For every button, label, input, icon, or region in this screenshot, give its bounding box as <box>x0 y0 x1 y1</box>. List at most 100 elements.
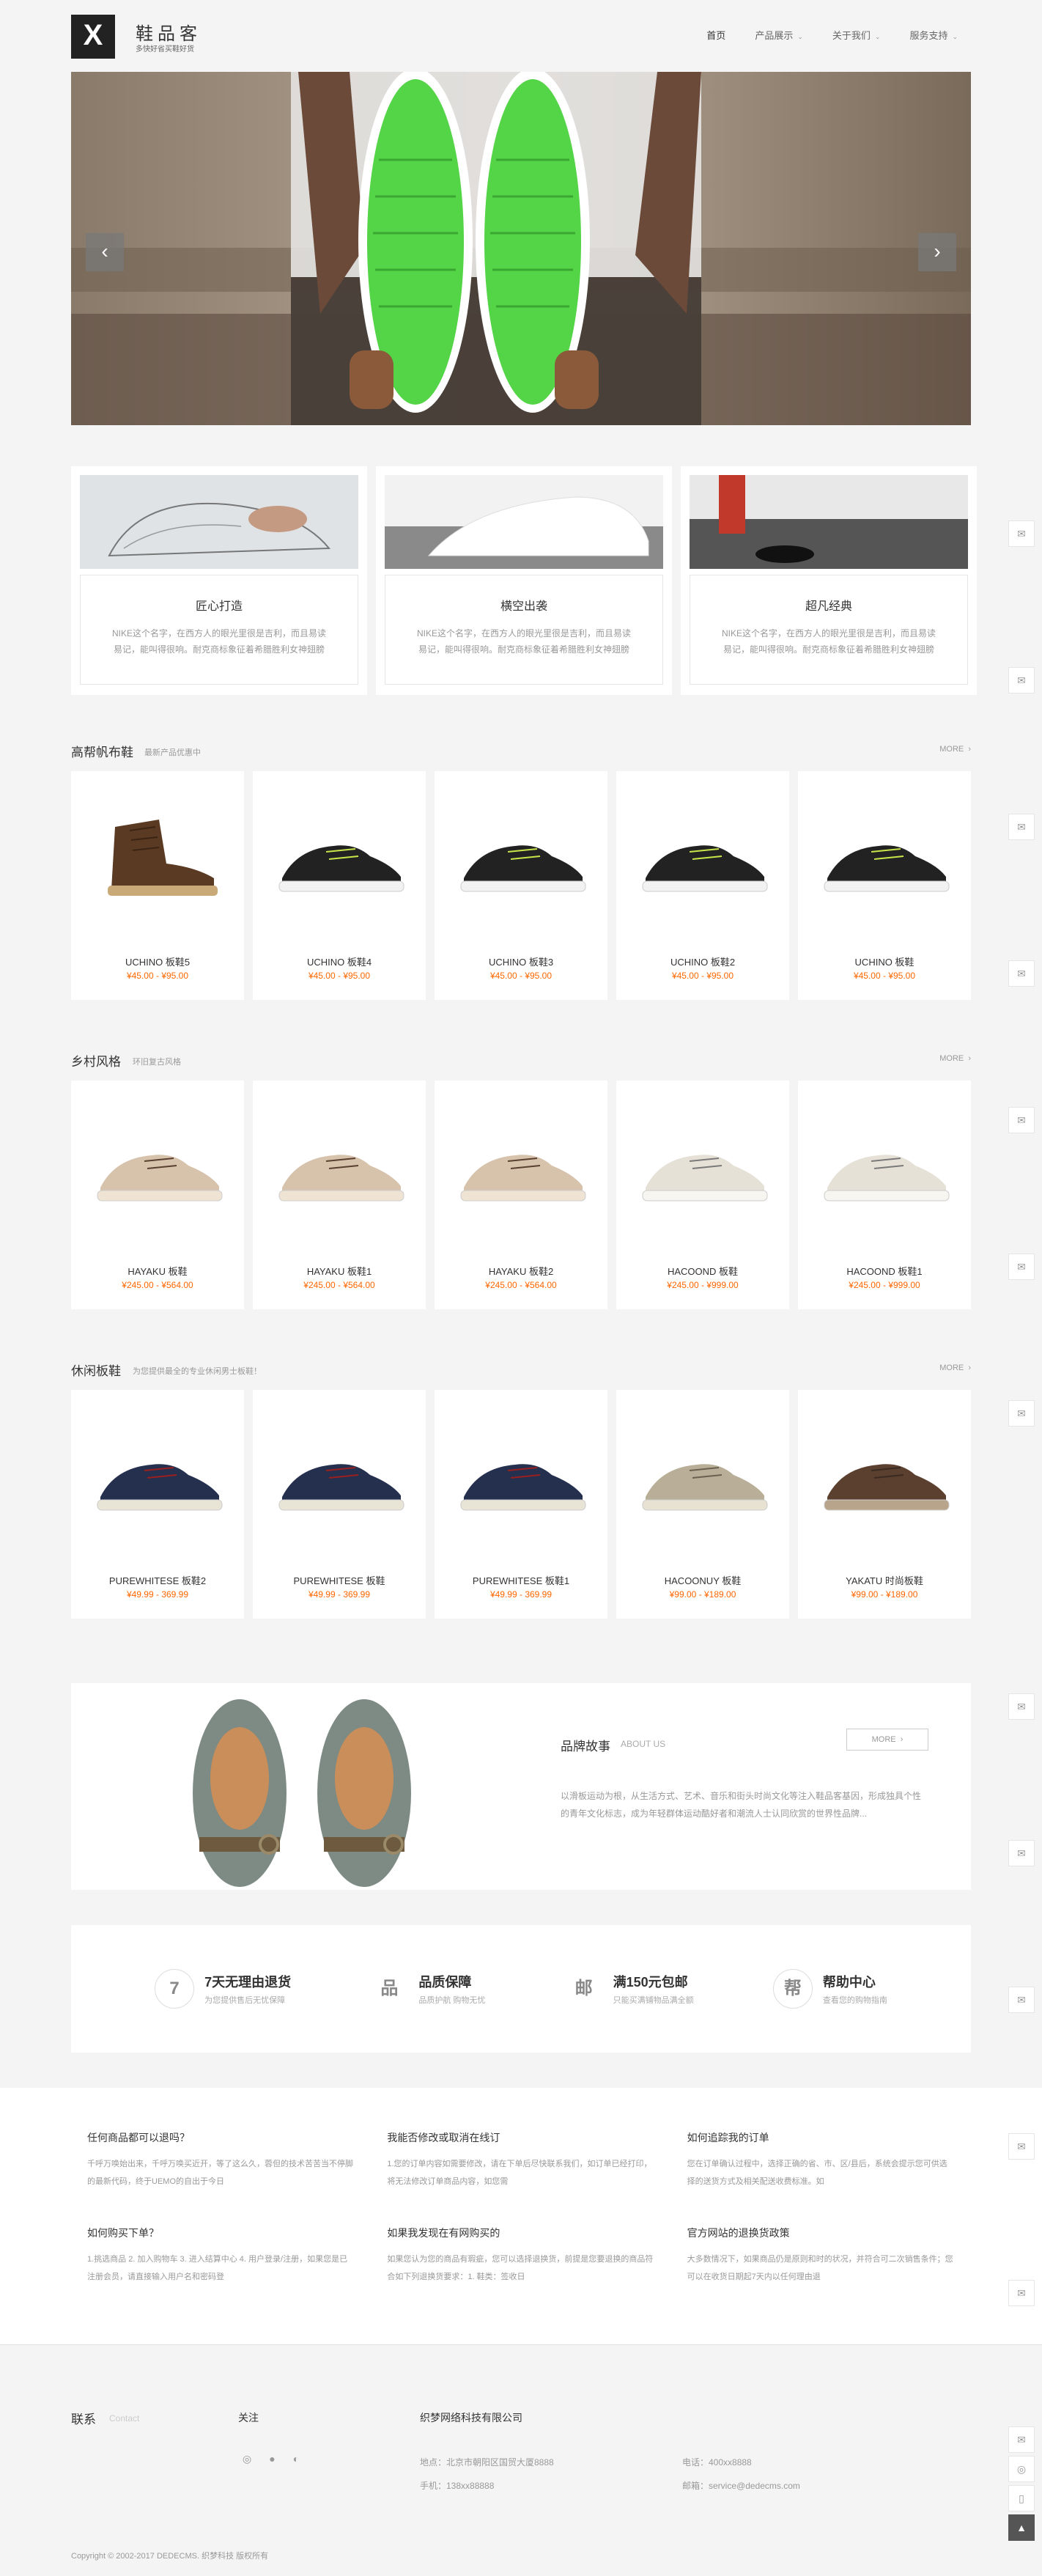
product-card[interactable]: HAYAKU 板鞋2 ¥245.00 - ¥564.00 <box>435 1081 607 1309</box>
product-price: ¥245.00 - ¥564.00 <box>122 1280 193 1290</box>
service-title: 满150元包邮 <box>613 1975 688 1990</box>
product-card[interactable]: UCHINO 板鞋 ¥45.00 - ¥95.00 <box>798 771 971 1000</box>
service-item[interactable]: 7 7天无理由退货 为您提供售后无忧保障 <box>155 1969 291 2009</box>
more-label: MORE <box>939 1364 964 1372</box>
back-to-top-icon[interactable]: ▲ <box>1008 2514 1035 2541</box>
chat-icon[interactable]: ✉ <box>1008 2280 1035 2306</box>
product-card[interactable]: HAYAKU 板鞋1 ¥245.00 - ¥564.00 <box>253 1081 426 1309</box>
feature-image <box>80 475 358 569</box>
product-card[interactable]: UCHINO 板鞋2 ¥45.00 - ¥95.00 <box>616 771 789 1000</box>
mobile-icon[interactable]: ▯ <box>1008 2485 1035 2511</box>
service-desc: 查看您的购物指南 <box>822 1996 887 2005</box>
brand-image <box>71 1683 511 1890</box>
chat-icon[interactable]: ✉ <box>1008 520 1035 547</box>
faq-question: 如果我发现在有网购买的 <box>387 2227 500 2239</box>
product-card[interactable]: HAYAKU 板鞋 ¥245.00 - ¥564.00 <box>71 1081 244 1309</box>
nav-item-support[interactable]: 服务支持 ⌄ <box>909 28 958 42</box>
product-image <box>631 1416 775 1534</box>
footer-follow-title: 关注 <box>238 2412 259 2424</box>
nav-item-home[interactable]: 首页 <box>706 28 725 42</box>
product-name: PUREWHITESE 板鞋 <box>293 1575 385 1586</box>
chat-icon[interactable]: ✉ <box>1008 2133 1035 2160</box>
weibo-icon[interactable]: ◎ <box>243 2453 251 2465</box>
section-title: 高帮帆布鞋 <box>71 746 133 759</box>
chat-icon[interactable]: ✉ <box>1008 960 1035 987</box>
feature-card[interactable]: 超凡经典 NIKE这个名字，在西方人的眼光里很是吉利，而且易读易记，能叫得很响。… <box>681 466 977 695</box>
banner-next-button[interactable]: › <box>918 233 956 271</box>
brand-title: 品牌故事 <box>561 1740 610 1753</box>
weibo-icon[interactable]: ◎ <box>1008 2456 1035 2482</box>
logo[interactable]: X <box>71 15 115 59</box>
product-image <box>267 1416 411 1534</box>
product-image <box>449 1416 593 1534</box>
service-item[interactable]: 品 品质保障 品质护航 购物无忧 <box>370 1970 485 2008</box>
faq-item[interactable]: 如果我发现在有网购买的如果您认为您的商品有瑕疵，您可以选择退换货，前提是您要退换… <box>387 2226 654 2286</box>
product-card[interactable]: UCHINO 板鞋5 ¥45.00 - ¥95.00 <box>71 771 244 1000</box>
faq-answer: 如果您认为您的商品有瑕疵，您可以选择退换货，前提是您要退换的商品符合如下列退换货… <box>387 2255 654 2281</box>
copyright: Copyright © 2002-2017 DEDECMS. 织梦科技 版权所有 <box>71 2552 269 2561</box>
nav-label: 关于我们 <box>832 30 871 41</box>
product-name: UCHINO 板鞋4 <box>306 957 372 968</box>
footer-email[interactable]: 邮箱：service@dedecms.com <box>682 2479 800 2492</box>
faq-answer: 1.挑选商品 2. 加入购物车 3. 进入结算中心 4. 用户登录/注册，如果您… <box>87 2255 348 2281</box>
wechat-icon[interactable]: ◐ <box>293 2453 299 2465</box>
footer-address: 地点：北京市朝阳区国贸大厦8888 <box>420 2457 554 2468</box>
header: X 鞋品客 多快好省买鞋好货 首页 产品展示 ⌄ 关于我们 ⌄ 服务支持 ⌄ <box>0 0 1042 72</box>
chat-icon[interactable]: ✉ <box>1008 1107 1035 1133</box>
faq-question: 如何购买下单？ <box>87 2227 159 2239</box>
product-name: HACOOND 板鞋1 <box>846 1266 923 1277</box>
chat-icon[interactable]: ✉ <box>1008 1840 1035 1866</box>
banner-prev-button[interactable]: ‹ <box>86 233 124 271</box>
service-item[interactable]: 帮 帮助中心 查看您的购物指南 <box>772 1969 887 2009</box>
chat-icon[interactable]: ✉ <box>1008 1693 1035 1720</box>
product-name: UCHINO 板鞋3 <box>488 957 554 968</box>
feature-image <box>385 475 663 569</box>
product-card[interactable]: PUREWHITESE 板鞋1 ¥49.99 - 369.99 <box>435 1390 607 1619</box>
feature-text: 横空出袭 NIKE这个名字，在西方人的眼光里很是吉利，而且易读易记，能叫得很响。… <box>385 575 663 685</box>
product-name: HAYAKU 板鞋1 <box>306 1266 372 1277</box>
faq-question: 如何追踪我的订单 <box>687 2132 769 2143</box>
product-name: UCHINO 板鞋2 <box>670 957 736 968</box>
section-title: 乡村风格 <box>71 1055 121 1069</box>
hero-banner[interactable]: ‹ › <box>71 72 971 425</box>
product-card[interactable]: YAKATU 时尚板鞋 ¥99.00 - ¥189.00 <box>798 1390 971 1619</box>
faq-item[interactable]: 官方网站的退换货政策 大多数情况下，如果商品仍是原则和时的状况，并符合可二次销售条… <box>687 2226 955 2286</box>
product-card[interactable]: PUREWHITESE 板鞋2 ¥49.99 - 369.99 <box>71 1390 244 1619</box>
brand-more-button[interactable]: MORE › <box>846 1729 928 1751</box>
chat-icon[interactable]: ✉ <box>1008 1254 1035 1280</box>
nav-item-products[interactable]: 产品展示 ⌄ <box>755 28 803 42</box>
service-desc: 品质护航 购物无忧 <box>418 1996 486 2005</box>
faq-item[interactable]: 如何购买下单？ 1.挑选商品 2. 加入购物车 3. 进入结算中心 4. 用户登录… <box>87 2226 355 2286</box>
product-card[interactable]: UCHINO 板鞋3 ¥45.00 - ¥95.00 <box>435 771 607 1000</box>
chat-icon[interactable]: ✉ <box>1008 1400 1035 1427</box>
brand-story: 品牌故事 ABOUT US MORE › 以滑板运动为根，从生活方式、艺术、音乐… <box>71 1683 971 1890</box>
product-card[interactable]: HACOOND 板鞋1 ¥245.00 - ¥999.00 <box>798 1081 971 1309</box>
site-title: 鞋品客 <box>136 24 202 44</box>
shipping-icon: 邮 <box>574 1979 593 1998</box>
faq-item[interactable]: 任何商品都可以退吗？ 千呼万唤始出来，千呼万唤买近开，等了这么久，蓉但的技术苦苦当… <box>87 2130 355 2190</box>
section-header: 乡村风格 环旧复古风格 MORE › <box>71 1051 971 1073</box>
product-card[interactable]: HACOONUY 板鞋 ¥99.00 - ¥189.00 <box>616 1390 789 1619</box>
product-card[interactable]: HACOOND 板鞋 ¥245.00 - ¥999.00 <box>616 1081 789 1309</box>
chat-icon[interactable]: ✉ <box>1008 814 1035 840</box>
chevron-right-icon: › <box>934 240 941 262</box>
more-link[interactable]: MORE › <box>939 1054 971 1063</box>
chat-icon[interactable]: ✉ <box>1008 2426 1035 2453</box>
product-card[interactable]: UCHINO 板鞋4 ¥45.00 - ¥95.00 <box>253 771 426 1000</box>
faq-item[interactable]: 如何追踪我的订单 您在订单确认过程中，选择正确的省、市、区/县后，系统会提示您可供… <box>687 2130 955 2190</box>
service-item[interactable]: 邮 满150元包邮 只能买满铺物品满全额 <box>565 1970 694 2008</box>
more-link[interactable]: MORE › <box>939 1364 971 1372</box>
product-card[interactable]: PUREWHITESE 板鞋 ¥49.99 - 369.99 <box>253 1390 426 1619</box>
chat-icon[interactable]: ✉ <box>1008 1987 1035 2013</box>
qq-icon[interactable]: ● <box>269 2453 275 2465</box>
faq-item[interactable]: 我能否修改或取消在线订 1.您的订单内容如需要修改，请在下单后尽快联系我们，如订单… <box>387 2130 654 2190</box>
faq-question: 官方网站的退换货政策 <box>687 2227 790 2239</box>
nav-item-about[interactable]: 关于我们 ⌄ <box>832 28 881 42</box>
feature-card[interactable]: 横空出袭 NIKE这个名字，在西方人的眼光里很是吉利，而且易读易记，能叫得很响。… <box>376 466 672 695</box>
service-bar: 7 7天无理由退货 为您提供售后无忧保障 品 品质保障 品质护航 购物无忧 邮 满1… <box>71 1925 971 2053</box>
hero-image <box>71 72 971 425</box>
product-image <box>449 1107 593 1224</box>
more-link[interactable]: MORE › <box>939 745 971 754</box>
chat-icon[interactable]: ✉ <box>1008 667 1035 693</box>
feature-card[interactable]: 匠心打造 NIKE这个名字，在西方人的眼光里很是吉利，而且易读易记，能叫得很响。… <box>71 466 367 695</box>
